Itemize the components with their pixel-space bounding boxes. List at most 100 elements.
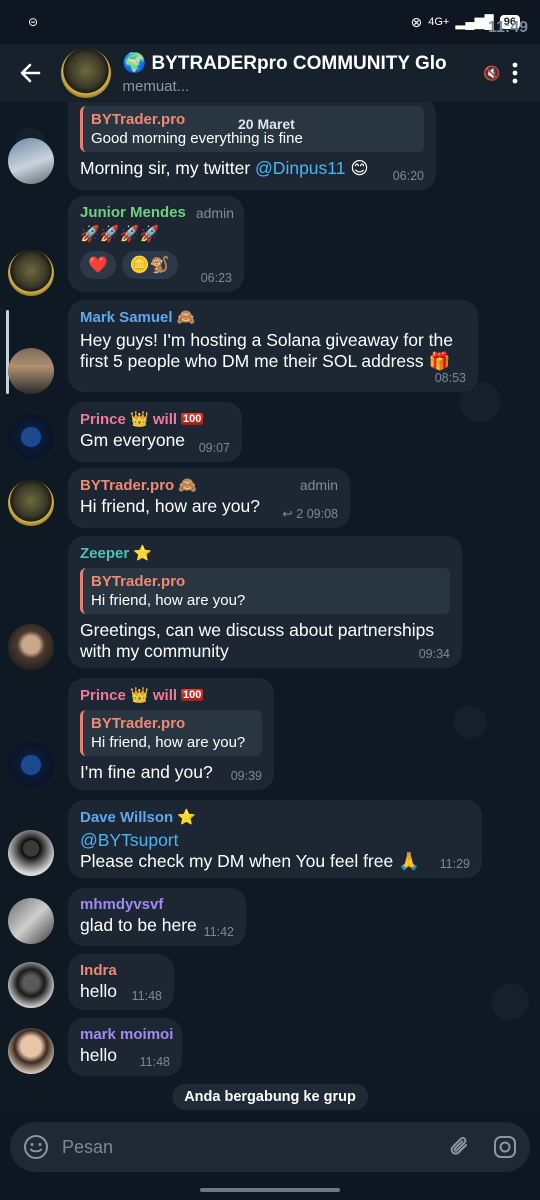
heart-reaction[interactable]: ❤️ <box>80 251 116 279</box>
chat-history[interactable]: BYTrader.pro Good morning everything is … <box>0 102 540 1112</box>
paperclip-icon <box>450 1137 467 1155</box>
message-bubble[interactable]: BYTrader.pro 🙈 admin Hi friend, how are y… <box>68 468 350 528</box>
sender-avatar[interactable] <box>8 250 54 296</box>
mention-link[interactable]: @BYTsuport <box>80 830 470 851</box>
message-time: 08:53 <box>434 371 466 385</box>
admin-label: admin <box>299 477 338 493</box>
group-title: 🌍 BYTRADERpro COMMUNITY Glo <box>123 51 494 75</box>
message-line-2: with my community <box>80 641 229 661</box>
sender-name-text: Junior Mendes <box>80 204 186 221</box>
status-bar: 11:49 ⊝ ⊗ 4G+ ▂▄▆█ 96 <box>0 0 540 44</box>
quote-text: Hi friend, how are you? <box>91 592 246 609</box>
message-bubble[interactable]: mark moimoi hello 11:48 <box>68 1018 182 1076</box>
group-avatar[interactable] <box>60 48 111 98</box>
sender-name: Prince 👑 will 100 <box>80 410 230 428</box>
message-line-1: Hey guys! I'm hosting a Solana giveaway … <box>80 330 453 350</box>
clock: 11:49 <box>487 19 528 36</box>
sender-name: Junior Mendes admin <box>80 204 234 221</box>
message-time: 09:34 <box>418 647 450 661</box>
sender-name: BYTrader.pro 🙈 admin <box>80 476 338 494</box>
mention-link[interactable]: @Dinpus11 <box>255 158 345 178</box>
message-bubble[interactable]: Junior Mendes admin 🚀🚀🚀🚀 ❤️ 🪙🐒 06:23 <box>68 196 244 292</box>
back-button[interactable] <box>0 44 61 102</box>
message-text: Morning sir, my twitter @Dinpus11 😊 <box>80 158 424 179</box>
camera-icon <box>494 1136 516 1158</box>
smiley-icon <box>24 1135 48 1159</box>
more-vertical-icon <box>512 62 518 84</box>
link-status-icon: ⊗ <box>410 13 423 30</box>
sender-name: mark moimoi <box>80 1026 174 1043</box>
attach-button[interactable] <box>440 1134 480 1160</box>
message-composer <box>10 1122 530 1172</box>
link-icon: ⊝ <box>28 15 39 29</box>
message-time: 09:39 <box>230 769 262 783</box>
message-bubble[interactable]: Prince 👑 will 100 Gm everyone 09:07 <box>68 402 242 462</box>
more-options-button[interactable] <box>501 62 530 84</box>
mute-icon: 🔇 <box>483 64 501 81</box>
reply-quote[interactable]: BYTrader.pro Hi friend, how are you? <box>80 568 450 614</box>
sender-name: Zeeper ⭐ <box>80 544 450 562</box>
sender-name: Prince 👑 will 100 <box>80 686 262 704</box>
coin-monkey-reaction[interactable]: 🪙🐒 <box>121 251 178 279</box>
message-time: 09:07 <box>198 441 230 455</box>
message-bubble[interactable]: Prince 👑 will 100 BYTrader.pro Hi friend,… <box>68 678 274 790</box>
message-time: ↩ 2 09:08 <box>282 506 338 521</box>
sender-name-text: Prince 👑 will <box>80 411 178 428</box>
hundred-badge-icon: 100 <box>181 689 204 701</box>
sender-name-text: mhmdyvsvf <box>80 896 164 913</box>
sender-name-text: mark moimoi <box>80 1026 174 1043</box>
sender-name-text: Indra <box>80 962 117 979</box>
scroll-indicator <box>6 310 9 394</box>
sender-name-text: BYTrader.pro 🙈 <box>80 477 198 494</box>
message-text: Please check my DM when You feel free 🙏 <box>80 851 420 871</box>
group-info[interactable]: 🌍 BYTRADERpro COMMUNITY Glo memuat... <box>123 51 494 95</box>
message-line-1: Greetings, can we discuss about partners… <box>80 620 435 640</box>
reply-arrow-icon: ↩ <box>282 507 297 521</box>
reply-count[interactable]: 2 <box>296 507 303 521</box>
text-part: Morning sir, my twitter <box>80 158 256 178</box>
group-title-text: BYTRADERpro COMMUNITY Glo <box>151 53 447 74</box>
quote-text: Hi friend, how are you? <box>91 734 246 751</box>
message-bubble[interactable]: Dave Willson ⭐ @BYTsuport Please check m… <box>68 800 482 878</box>
emoji-button[interactable] <box>10 1134 62 1160</box>
sender-avatar[interactable] <box>8 962 54 1008</box>
network-label: 4G+ <box>428 16 450 28</box>
admin-label: admin <box>195 204 234 221</box>
date-chip: 20 Maret <box>238 116 295 132</box>
sender-name: Dave Willson ⭐ <box>80 808 470 826</box>
emoji-part: 😊 <box>345 158 369 178</box>
message-input[interactable] <box>62 1136 432 1158</box>
message-bubble[interactable]: Indra hello 11:48 <box>68 954 174 1010</box>
back-arrow-icon <box>20 63 41 83</box>
sender-avatar[interactable] <box>8 624 54 670</box>
message-time: 11:29 <box>439 857 470 871</box>
globe-emoji: 🌍 <box>122 53 147 74</box>
message-line-2: first 5 people who DM me their SOL addre… <box>80 351 451 371</box>
sender-name-text: Zeeper ⭐ <box>80 545 153 562</box>
message-bubble[interactable]: mhmdyvsvf glad to be here 11:42 <box>68 888 246 946</box>
sender-avatar[interactable] <box>8 348 54 394</box>
message-time: 06:23 <box>200 271 232 285</box>
sender-avatar[interactable] <box>8 898 54 944</box>
quote-author: BYTrader.pro <box>91 573 186 590</box>
sender-avatar[interactable] <box>8 742 54 788</box>
system-nav-bar <box>0 1180 540 1200</box>
message-bubble[interactable]: Mark Samuel 🙈 Hey guys! I'm hosting a So… <box>68 300 478 392</box>
sender-avatar[interactable] <box>8 480 54 526</box>
sender-avatar[interactable] <box>8 1028 54 1074</box>
message-time: 11:48 <box>131 989 162 1003</box>
camera-button[interactable] <box>480 1134 530 1160</box>
quote-author: BYTrader.pro <box>91 715 186 732</box>
sender-avatar[interactable] <box>8 138 54 184</box>
message-bubble[interactable]: Zeeper ⭐ BYTrader.pro Hi friend, how are… <box>68 536 462 668</box>
home-indicator[interactable] <box>200 1188 340 1192</box>
message-time: 11:42 <box>203 925 234 939</box>
service-message: Anda bergabung ke grup <box>172 1084 368 1110</box>
message-time: 06:20 <box>392 169 424 183</box>
sender-avatar[interactable] <box>8 414 54 460</box>
sender-name: mhmdyvsvf <box>80 896 234 913</box>
sender-avatar[interactable] <box>8 830 54 876</box>
message-text: 🚀🚀🚀🚀 <box>80 226 160 243</box>
chat-header: 🌍 BYTRADERpro COMMUNITY Glo memuat... 🔇 <box>0 44 540 102</box>
reply-quote[interactable]: BYTrader.pro Hi friend, how are you? <box>80 710 262 756</box>
